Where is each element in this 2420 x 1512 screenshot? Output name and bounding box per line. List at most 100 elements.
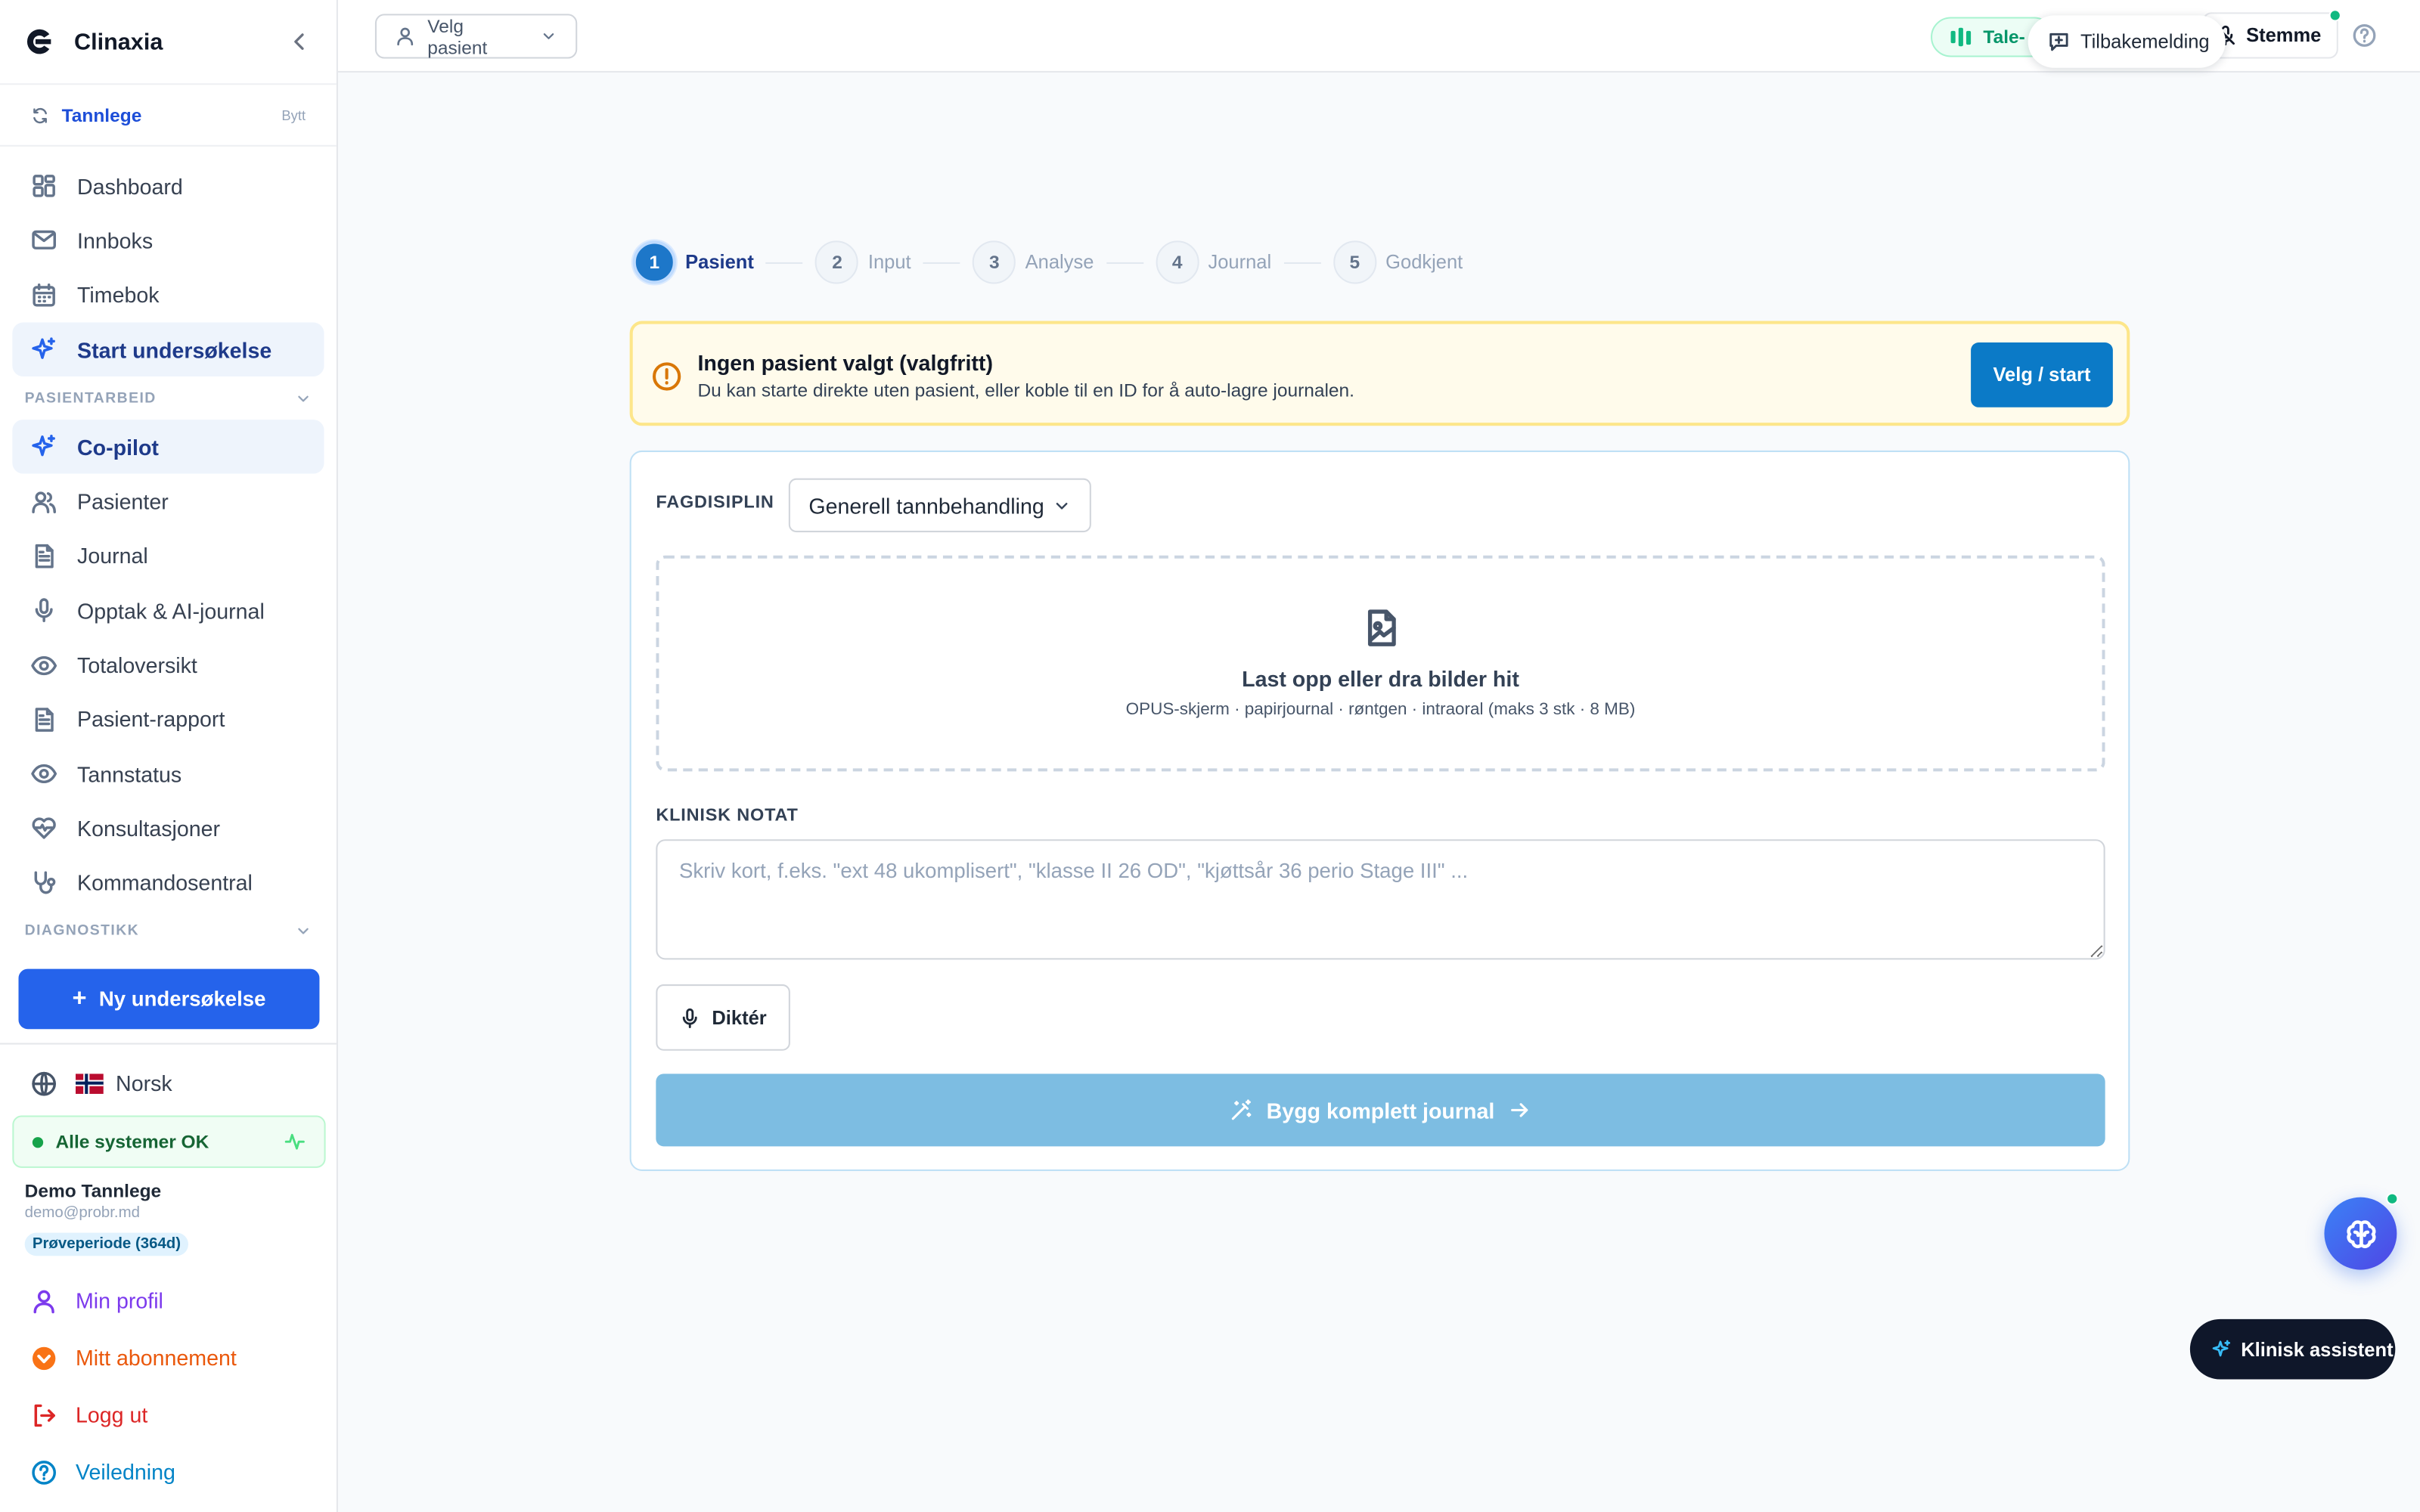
step-analysis[interactable]: 3 Analyse <box>973 240 1094 284</box>
sidebar-item-journal[interactable]: Journal <box>12 529 324 584</box>
file-image-icon <box>1367 609 1396 646</box>
step-number: 2 <box>815 240 859 284</box>
sidebar-item-timebook[interactable]: Timebok <box>12 268 324 322</box>
section-header-pasientarbeid[interactable]: PASIENTARBEID <box>12 376 324 420</box>
alert-circle-icon <box>653 362 681 391</box>
step-connector <box>766 261 804 263</box>
document-icon <box>35 707 54 732</box>
feedback-label: Tilbakemelding <box>2080 30 2210 53</box>
ai-brain-button[interactable] <box>2324 1197 2397 1270</box>
plus-icon: + <box>72 985 87 1012</box>
activity-icon <box>284 1133 305 1150</box>
sidebar-item-label: Kommandosentral <box>77 870 253 896</box>
ai-status-dot <box>2386 1192 2399 1205</box>
step-journal[interactable]: 4 Journal <box>1156 240 1271 284</box>
step-connector <box>923 261 960 263</box>
help-circle-icon <box>32 1460 56 1484</box>
sidebar-item-label: Timebok <box>77 282 160 308</box>
sidebar-item-tooth-status[interactable]: Tannstatus <box>12 747 324 801</box>
role-switcher[interactable]: Tannlege Bytt <box>0 85 337 147</box>
sidebar-item-start-exam[interactable]: Start undersøkelse <box>12 322 324 377</box>
new-exam-button[interactable]: + Ny undersøkelse <box>18 968 320 1030</box>
sidebar-nav: Dashboard Innboks Timebok Start undersøk… <box>0 147 337 953</box>
sparkle-icon <box>32 337 55 359</box>
role-switch-button[interactable]: Bytt <box>281 107 306 122</box>
step-connector <box>1106 261 1143 263</box>
sidebar-item-patient-report[interactable]: Pasient-rapport <box>12 692 324 747</box>
chevron-down-icon <box>298 928 309 935</box>
clinical-assistant-button[interactable]: Klinisk assistent <box>2189 1318 2396 1380</box>
document-icon <box>35 544 54 569</box>
audio-bars-icon <box>1950 27 1972 47</box>
step-connector <box>1283 261 1321 263</box>
subscription-link[interactable]: Mitt abonnement <box>31 1340 237 1374</box>
profile-link[interactable]: Min profil <box>31 1284 163 1318</box>
patient-select-label: Velg pasient <box>427 14 488 58</box>
system-status[interactable]: Alle systemer OK <box>12 1115 326 1168</box>
sidebar-item-command-center[interactable]: Kommandosentral <box>12 856 324 910</box>
guide-link[interactable]: Veiledning <box>31 1455 175 1489</box>
sidebar-item-inbox[interactable]: Innboks <box>12 213 324 268</box>
voice-label: Stemme <box>2246 24 2322 47</box>
logout-icon <box>34 1403 55 1427</box>
build-journal-button[interactable]: Bygg komplett journal <box>656 1074 2105 1147</box>
sidebar-item-label: Tannstatus <box>77 761 182 787</box>
chevron-down-icon <box>298 395 309 401</box>
step-patient[interactable]: 1 Pasient <box>632 240 754 284</box>
patient-select[interactable]: Velg pasient <box>374 14 578 59</box>
heart-pulse-icon <box>32 818 56 840</box>
message-plus-icon <box>2049 33 2068 51</box>
clinical-note-label: KLINISK NOTAT <box>656 807 799 826</box>
sparkle-icon <box>32 435 55 457</box>
subscription-label: Mitt abonnement <box>75 1345 237 1371</box>
sidebar-item-label: Pasient-rapport <box>77 707 225 732</box>
step-label: Pasient <box>685 251 754 274</box>
discipline-select[interactable]: Generell tannbehandling <box>788 478 1091 533</box>
feedback-button[interactable]: Tilbakemelding <box>2028 15 2226 68</box>
step-input[interactable]: 2 Input <box>815 240 911 284</box>
alert-title: Ingen pasient valgt (valgfritt) <box>697 350 993 375</box>
sidebar-item-recording[interactable]: Opptak & AI-journal <box>12 584 324 638</box>
step-number: 4 <box>1156 240 1199 284</box>
brain-icon <box>2346 1219 2375 1248</box>
language-selector[interactable]: Norsk <box>31 1064 172 1101</box>
sidebar-item-overview[interactable]: Totaloversikt <box>12 638 324 692</box>
clinical-note-input[interactable] <box>656 839 2105 960</box>
step-approved[interactable]: 5 Godkjent <box>1333 240 1463 284</box>
sidebar-item-label: Pasienter <box>77 489 169 514</box>
select-start-button[interactable]: Velg / start <box>1971 342 2113 407</box>
sidebar-divider <box>0 1043 338 1045</box>
sparkle-icon <box>2212 1340 2231 1357</box>
section-header-diagnostikk[interactable]: DIAGNOSTIKK <box>12 910 324 953</box>
chevron-down-icon <box>543 33 554 39</box>
sidebar-item-label: Co-pilot <box>77 435 159 460</box>
step-label: Godkjent <box>1385 251 1463 274</box>
sidebar-item-consultations[interactable]: Konsultasjoner <box>12 801 324 856</box>
microphone-icon <box>683 1007 698 1027</box>
role-label: Tannlege <box>61 104 142 126</box>
guide-label: Veiledning <box>75 1459 175 1485</box>
dictate-button[interactable]: Diktér <box>656 984 790 1051</box>
sidebar-item-dashboard[interactable]: Dashboard <box>12 159 324 213</box>
step-number: 1 <box>632 240 676 284</box>
status-dot-icon <box>32 1136 44 1148</box>
globe-icon <box>32 1070 56 1095</box>
section-label: DIAGNOSTIKK <box>24 923 140 940</box>
sidebar-item-patients[interactable]: Pasienter <box>12 475 324 529</box>
refresh-icon <box>33 107 47 123</box>
logout-link[interactable]: Logg ut <box>31 1398 147 1432</box>
dashboard-icon <box>33 175 55 197</box>
step-label: Input <box>867 251 911 274</box>
stethoscope-icon <box>34 870 56 894</box>
top-bar: Velg pasient Tale- Stemme Tilbakemelding <box>337 0 2420 73</box>
collapse-sidebar-icon[interactable] <box>287 29 312 54</box>
alert-text: Du kan starte direkte uten pasient, elle… <box>697 380 1354 401</box>
sidebar-item-label: Konsultasjoner <box>77 816 221 841</box>
help-circle-icon[interactable] <box>2352 23 2377 48</box>
eye-icon <box>31 764 57 784</box>
dictate-label: Diktér <box>712 1006 767 1029</box>
sidebar-item-label: Journal <box>77 544 148 569</box>
clinical-assistant-label: Klinisk assistent <box>2241 1338 2394 1360</box>
image-dropzone[interactable]: Last opp eller dra bilder hit OPUS-skjer… <box>656 555 2105 772</box>
sidebar-item-co-pilot[interactable]: Co-pilot <box>12 420 324 475</box>
